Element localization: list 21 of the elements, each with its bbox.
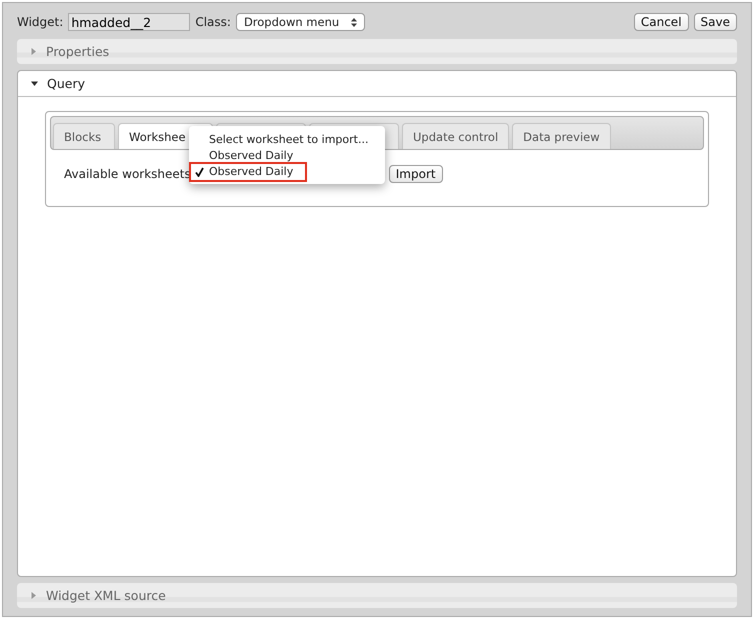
- widget-label: Widget:: [17, 15, 64, 29]
- tab[interactable]: Update control: [402, 123, 510, 149]
- section-title[interactable]: Widget XML source: [46, 588, 166, 603]
- import-button[interactable]: Import: [388, 165, 443, 183]
- expanded-triangle-icon[interactable]: [31, 80, 38, 87]
- tab[interactable]: Data preview: [512, 123, 611, 149]
- checkmark-icon: [195, 167, 204, 177]
- tab[interactable]: Blocks: [53, 123, 115, 149]
- section-title[interactable]: Properties: [46, 44, 110, 59]
- toolbar-button[interactable]: Cancel: [634, 13, 689, 31]
- class-label: Class:: [195, 15, 231, 29]
- class-select[interactable]: Dropdown menu: [236, 13, 366, 31]
- toolbar-button[interactable]: Save: [694, 13, 737, 31]
- dropdown-option[interactable]: Observed Daily: [191, 164, 306, 180]
- collapsed-triangle-icon[interactable]: [30, 592, 37, 599]
- widget-name-field[interactable]: hmadded__2: [68, 13, 190, 31]
- section-title[interactable]: Query: [47, 76, 85, 91]
- field-label: Available worksheets: [64, 167, 191, 181]
- collapsed-triangle-icon[interactable]: [30, 48, 37, 55]
- updown-icon: [351, 18, 358, 26]
- dropdown-option[interactable]: Observed Daily: [189, 148, 302, 164]
